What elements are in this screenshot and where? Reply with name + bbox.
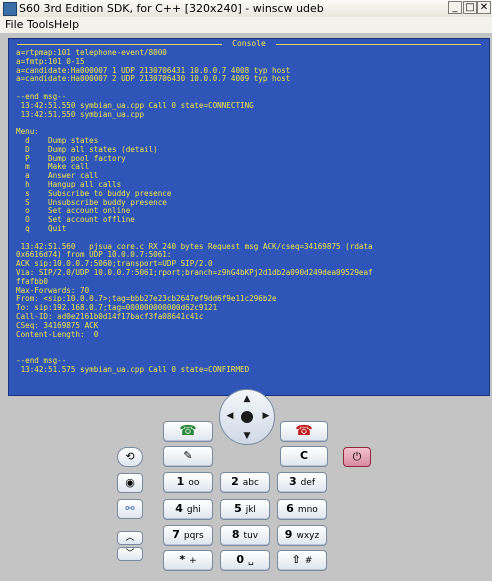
key-7[interactable]: 7 pqrs <box>163 525 213 546</box>
camera-key-icon[interactable]: ◉ <box>117 473 143 493</box>
end-call-button[interactable]: ☎ <box>280 421 328 442</box>
console-line: a=rtpmap:101 telephone-event/8000 <box>16 49 167 57</box>
key-3[interactable]: 3 def <box>277 472 327 493</box>
console-line: q Quit <box>16 223 67 233</box>
console-line: Via: SIP/2.0/UDP 10.0.0.7:5061;rport;bra… <box>16 267 373 277</box>
console-screen: Console a=rtpmap:101 telephone-event/800… <box>8 38 490 396</box>
menu-help[interactable]: Help <box>54 18 79 31</box>
menu-key-icon[interactable]: ⟲ <box>117 447 143 467</box>
key-star[interactable]: * + <box>163 550 213 571</box>
menu-tools[interactable]: Tools <box>27 18 54 31</box>
menu-bar: File Tools Help <box>0 17 492 34</box>
console-line: O Set account offline <box>16 215 135 225</box>
console-line: Content-Length: 0 <box>16 329 99 339</box>
apps-key-icon[interactable]: ⚯ <box>117 499 143 519</box>
minimize-button[interactable]: _ <box>448 1 462 14</box>
console-line: a=candidate:Ha000007 2 UDP 2130706430 10… <box>16 74 291 84</box>
nav-left-icon[interactable]: ◀ <box>224 411 236 421</box>
key-5[interactable]: 5 jkl <box>220 499 270 520</box>
key-8[interactable]: 8 tuv <box>220 525 270 546</box>
key-1[interactable]: 1 oo <box>163 472 213 493</box>
key-2[interactable]: 2 abc <box>220 472 270 493</box>
nav-right-icon[interactable]: ▶ <box>260 411 272 421</box>
nav-up-icon[interactable]: ▲ <box>241 394 253 404</box>
console-title: Console <box>9 39 489 49</box>
pencil-button[interactable]: ✎ <box>163 446 213 467</box>
maximize-button[interactable]: □ <box>463 1 477 14</box>
call-button[interactable]: ☎ <box>163 421 213 442</box>
scroll-down-icon[interactable]: ﹀ <box>117 547 143 561</box>
key-6[interactable]: 6 mno <box>277 499 327 520</box>
navigation-pad[interactable]: ▲ ▼ ◀ ▶ <box>219 389 275 445</box>
scroll-up-icon[interactable]: ︿ <box>117 531 143 545</box>
title-bar: S60 3rd Edition SDK, for C++ [320x240] -… <box>0 0 492 18</box>
app-icon <box>3 2 17 16</box>
console-line: 13:42:51.575 symbian_ua.cpp Call 0 state… <box>16 364 250 374</box>
key-0[interactable]: 0 ␣ <box>220 550 270 571</box>
console-output: a=rtpmap:101 telephone-event/8000 a=fmtp:… <box>16 49 484 374</box>
nav-select-button[interactable] <box>241 411 253 423</box>
menu-file[interactable]: File <box>5 18 23 31</box>
power-button[interactable]: ⏻ <box>343 447 371 467</box>
key-4[interactable]: 4 ghi <box>163 499 213 520</box>
key-hash[interactable]: ⇧ # <box>277 550 327 571</box>
clear-button[interactable]: C <box>280 446 328 467</box>
nav-down-icon[interactable]: ▼ <box>241 431 253 441</box>
close-button[interactable]: ✕ <box>477 1 491 14</box>
window-title: S60 3rd Edition SDK, for C++ [320x240] -… <box>19 2 324 15</box>
key-9[interactable]: 9 wxyz <box>277 525 327 546</box>
console-line: 13:42:51.550 symbian_ua.cpp <box>16 109 145 119</box>
